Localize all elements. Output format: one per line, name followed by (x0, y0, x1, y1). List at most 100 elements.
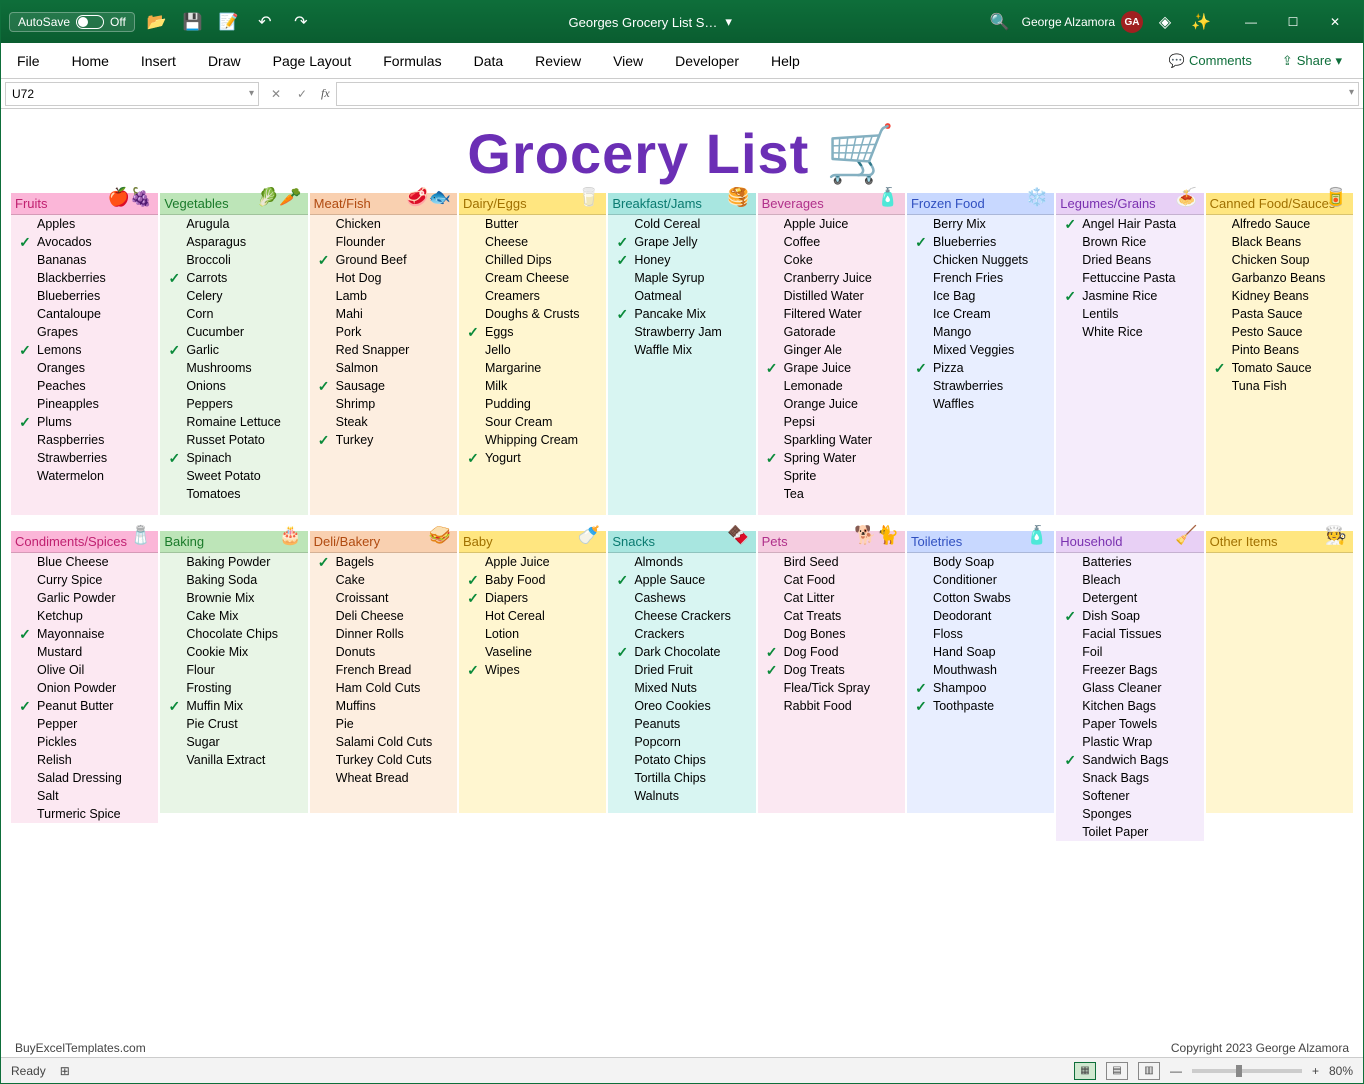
list-item[interactable]: Kitchen Bags (1056, 697, 1203, 715)
user-account[interactable]: George Alzamora GA (1022, 11, 1143, 33)
list-item[interactable]: Dried Fruit (608, 661, 755, 679)
ribbon-tab-developer[interactable]: Developer (671, 47, 743, 75)
list-item[interactable]: Chocolate Chips (160, 625, 307, 643)
checkmark-icon[interactable]: ✓ (162, 698, 186, 715)
list-item[interactable]: Muffins (310, 697, 457, 715)
list-item[interactable]: Vaseline (459, 643, 606, 661)
checkmark-icon[interactable]: ✓ (909, 234, 933, 251)
list-item[interactable]: ✓Dark Chocolate (608, 643, 755, 661)
list-item[interactable]: Batteries (1056, 553, 1203, 571)
checkmark-icon[interactable]: ✓ (909, 360, 933, 377)
list-item[interactable]: Tortilla Chips (608, 769, 755, 787)
ribbon-tab-view[interactable]: View (609, 47, 647, 75)
checkmark-icon[interactable]: ✓ (13, 626, 37, 643)
list-item[interactable]: Brown Rice (1056, 233, 1203, 251)
checkmark-icon[interactable]: ✓ (760, 360, 784, 377)
ribbon-tab-file[interactable]: File (13, 47, 44, 75)
list-item[interactable]: Fettuccine Pasta (1056, 269, 1203, 287)
list-item[interactable]: Steak (310, 413, 457, 431)
list-item[interactable]: ✓Spinach (160, 449, 307, 467)
list-item[interactable]: Strawberry Jam (608, 323, 755, 341)
redo-icon[interactable]: ↷ (287, 8, 315, 36)
list-item[interactable]: Distilled Water (758, 287, 905, 305)
list-item[interactable]: Apple Juice (459, 553, 606, 571)
list-item[interactable]: ✓Angel Hair Pasta (1056, 215, 1203, 233)
list-item[interactable]: ✓Dog Food (758, 643, 905, 661)
list-item[interactable]: Flour (160, 661, 307, 679)
list-item[interactable]: Chilled Dips (459, 251, 606, 269)
list-item[interactable]: Oranges (11, 359, 158, 377)
list-item[interactable]: Sour Cream (459, 413, 606, 431)
list-item[interactable]: Turkey Cold Cuts (310, 751, 457, 769)
list-item[interactable]: Garlic Powder (11, 589, 158, 607)
list-item[interactable]: ✓Ground Beef (310, 251, 457, 269)
list-item[interactable]: Rabbit Food (758, 697, 905, 715)
list-item[interactable]: Cucumber (160, 323, 307, 341)
list-item[interactable]: Potato Chips (608, 751, 755, 769)
list-item[interactable]: ✓Apple Sauce (608, 571, 755, 589)
list-item[interactable]: Relish (11, 751, 158, 769)
list-item[interactable]: Cake (310, 571, 457, 589)
formula-input[interactable] (336, 82, 1359, 106)
list-item[interactable]: ✓Garlic (160, 341, 307, 359)
list-item[interactable]: Mahi (310, 305, 457, 323)
list-item[interactable]: ✓Lemons (11, 341, 158, 359)
list-item[interactable]: Oreo Cookies (608, 697, 755, 715)
undo-icon[interactable]: ↶ (251, 8, 279, 36)
checkmark-icon[interactable]: ✓ (13, 698, 37, 715)
list-item[interactable]: Orange Juice (758, 395, 905, 413)
list-item[interactable]: Shrimp (310, 395, 457, 413)
list-item[interactable]: Turmeric Spice (11, 805, 158, 823)
list-item[interactable]: Romaine Lettuce (160, 413, 307, 431)
autosave-toggle[interactable]: AutoSave Off (9, 12, 135, 32)
list-item[interactable]: Almonds (608, 553, 755, 571)
list-item[interactable]: Salmon (310, 359, 457, 377)
list-item[interactable]: ✓Grape Juice (758, 359, 905, 377)
checkmark-icon[interactable]: ✓ (1058, 608, 1082, 625)
checkmark-icon[interactable]: ✓ (1208, 360, 1232, 377)
maximize-button[interactable]: ☐ (1273, 8, 1313, 36)
list-item[interactable]: Peanuts (608, 715, 755, 733)
ribbon-tab-formulas[interactable]: Formulas (379, 47, 445, 75)
ribbon-tab-draw[interactable]: Draw (204, 47, 245, 75)
list-item[interactable]: Hot Cereal (459, 607, 606, 625)
list-item[interactable]: Oatmeal (608, 287, 755, 305)
list-item[interactable]: Floss (907, 625, 1054, 643)
list-item[interactable]: Flounder (310, 233, 457, 251)
list-item[interactable]: Watermelon (11, 467, 158, 485)
list-item[interactable]: Cheese Crackers (608, 607, 755, 625)
list-item[interactable]: Cold Cereal (608, 215, 755, 233)
checkmark-icon[interactable]: ✓ (13, 414, 37, 431)
list-item[interactable]: Russet Potato (160, 431, 307, 449)
list-item[interactable]: Bananas (11, 251, 158, 269)
checkmark-icon[interactable]: ✓ (461, 662, 485, 679)
document-title[interactable]: Georges Grocery List S… (569, 15, 718, 30)
checkmark-icon[interactable]: ✓ (461, 590, 485, 607)
list-item[interactable]: Croissant (310, 589, 457, 607)
checkmark-icon[interactable]: ✓ (461, 572, 485, 589)
checkmark-icon[interactable]: ✓ (461, 324, 485, 341)
list-item[interactable]: Olive Oil (11, 661, 158, 679)
list-item[interactable]: Sparkling Water (758, 431, 905, 449)
spark-icon[interactable]: ✨ (1187, 8, 1215, 36)
list-item[interactable]: Cranberry Juice (758, 269, 905, 287)
list-item[interactable]: ✓Blueberries (907, 233, 1054, 251)
checkmark-icon[interactable]: ✓ (162, 450, 186, 467)
list-item[interactable]: Gatorade (758, 323, 905, 341)
list-item[interactable]: Arugula (160, 215, 307, 233)
list-item[interactable]: Donuts (310, 643, 457, 661)
list-item[interactable]: Lemonade (758, 377, 905, 395)
list-item[interactable]: ✓Muffin Mix (160, 697, 307, 715)
list-item[interactable]: Cat Treats (758, 607, 905, 625)
list-item[interactable]: Crackers (608, 625, 755, 643)
list-item[interactable]: Freezer Bags (1056, 661, 1203, 679)
list-item[interactable]: Tomatoes (160, 485, 307, 503)
list-item[interactable]: Vanilla Extract (160, 751, 307, 769)
list-item[interactable]: Baking Soda (160, 571, 307, 589)
list-item[interactable]: ✓Pancake Mix (608, 305, 755, 323)
list-item[interactable]: French Bread (310, 661, 457, 679)
list-item[interactable]: Onion Powder (11, 679, 158, 697)
list-item[interactable]: Facial Tissues (1056, 625, 1203, 643)
checkmark-icon[interactable]: ✓ (610, 306, 634, 323)
list-item[interactable]: Sprite (758, 467, 905, 485)
